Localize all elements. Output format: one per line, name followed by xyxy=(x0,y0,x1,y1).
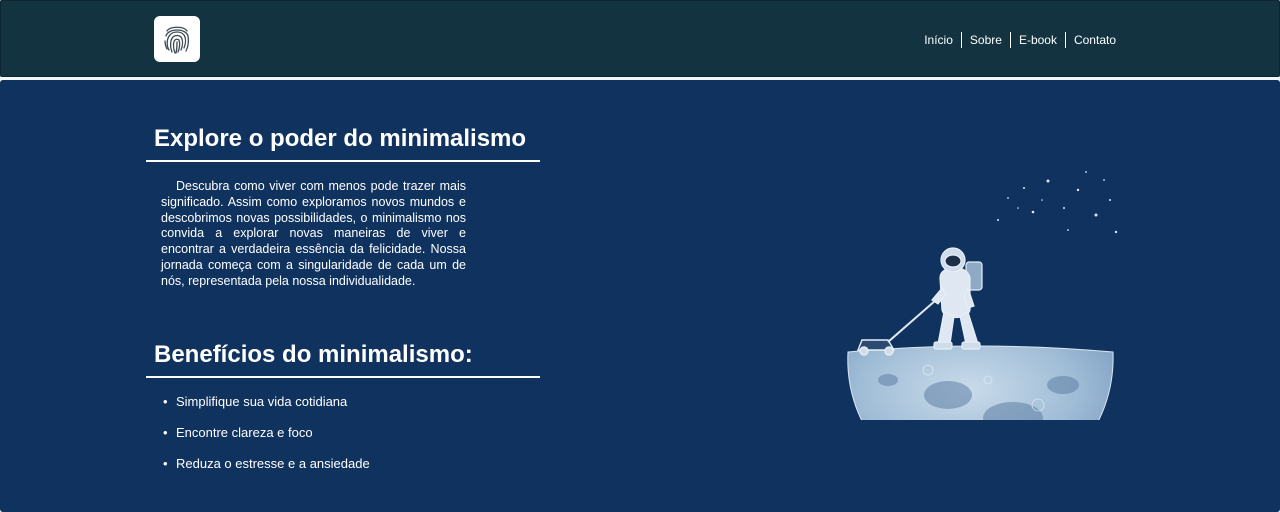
bullet-icon: • xyxy=(163,456,168,471)
main-nav: Início Sobre E-book Contato xyxy=(916,32,1116,48)
nav-link-contato[interactable]: Contato xyxy=(1064,32,1116,48)
benefit-item: • Encontre clareza e foco xyxy=(163,425,370,441)
nav-link-ebook[interactable]: E-book xyxy=(1009,32,1065,48)
benefit-label: Simplifique sua vida cotidiana xyxy=(176,394,348,409)
benefit-label: Reduza o estresse e a ansiedade xyxy=(176,456,370,471)
hero-intro-paragraph: Descubra como viver com menos pode traze… xyxy=(161,179,466,288)
bullet-icon: • xyxy=(163,394,168,409)
nav-link-inicio[interactable]: Início xyxy=(916,32,961,48)
hero-section: Explore o poder do minimalismo Descubra … xyxy=(0,80,1280,512)
top-header: Início Sobre E-book Contato xyxy=(0,0,1280,77)
astronaut xyxy=(931,247,983,350)
page: Início Sobre E-book Contato Explore o po… xyxy=(0,0,1280,512)
benefit-item: • Simplifique sua vida cotidiana xyxy=(163,394,370,410)
logo[interactable] xyxy=(154,16,200,62)
benefits-list: • Simplifique sua vida cotidiana • Encon… xyxy=(163,394,370,487)
benefit-label: Encontre clareza e foco xyxy=(176,425,313,440)
bullet-icon: • xyxy=(163,425,168,440)
hero-title: Explore o poder do minimalismo xyxy=(146,124,540,162)
benefit-item: • Reduza o estresse e a ansiedade xyxy=(163,456,370,472)
fingerprint-icon xyxy=(164,26,190,54)
astronaut-mowing-moon-illustration xyxy=(847,171,1118,420)
nav-link-sobre[interactable]: Sobre xyxy=(960,32,1010,48)
benefits-title: Benefícios do minimalismo: xyxy=(146,340,540,378)
stars-decoration xyxy=(997,171,1118,234)
